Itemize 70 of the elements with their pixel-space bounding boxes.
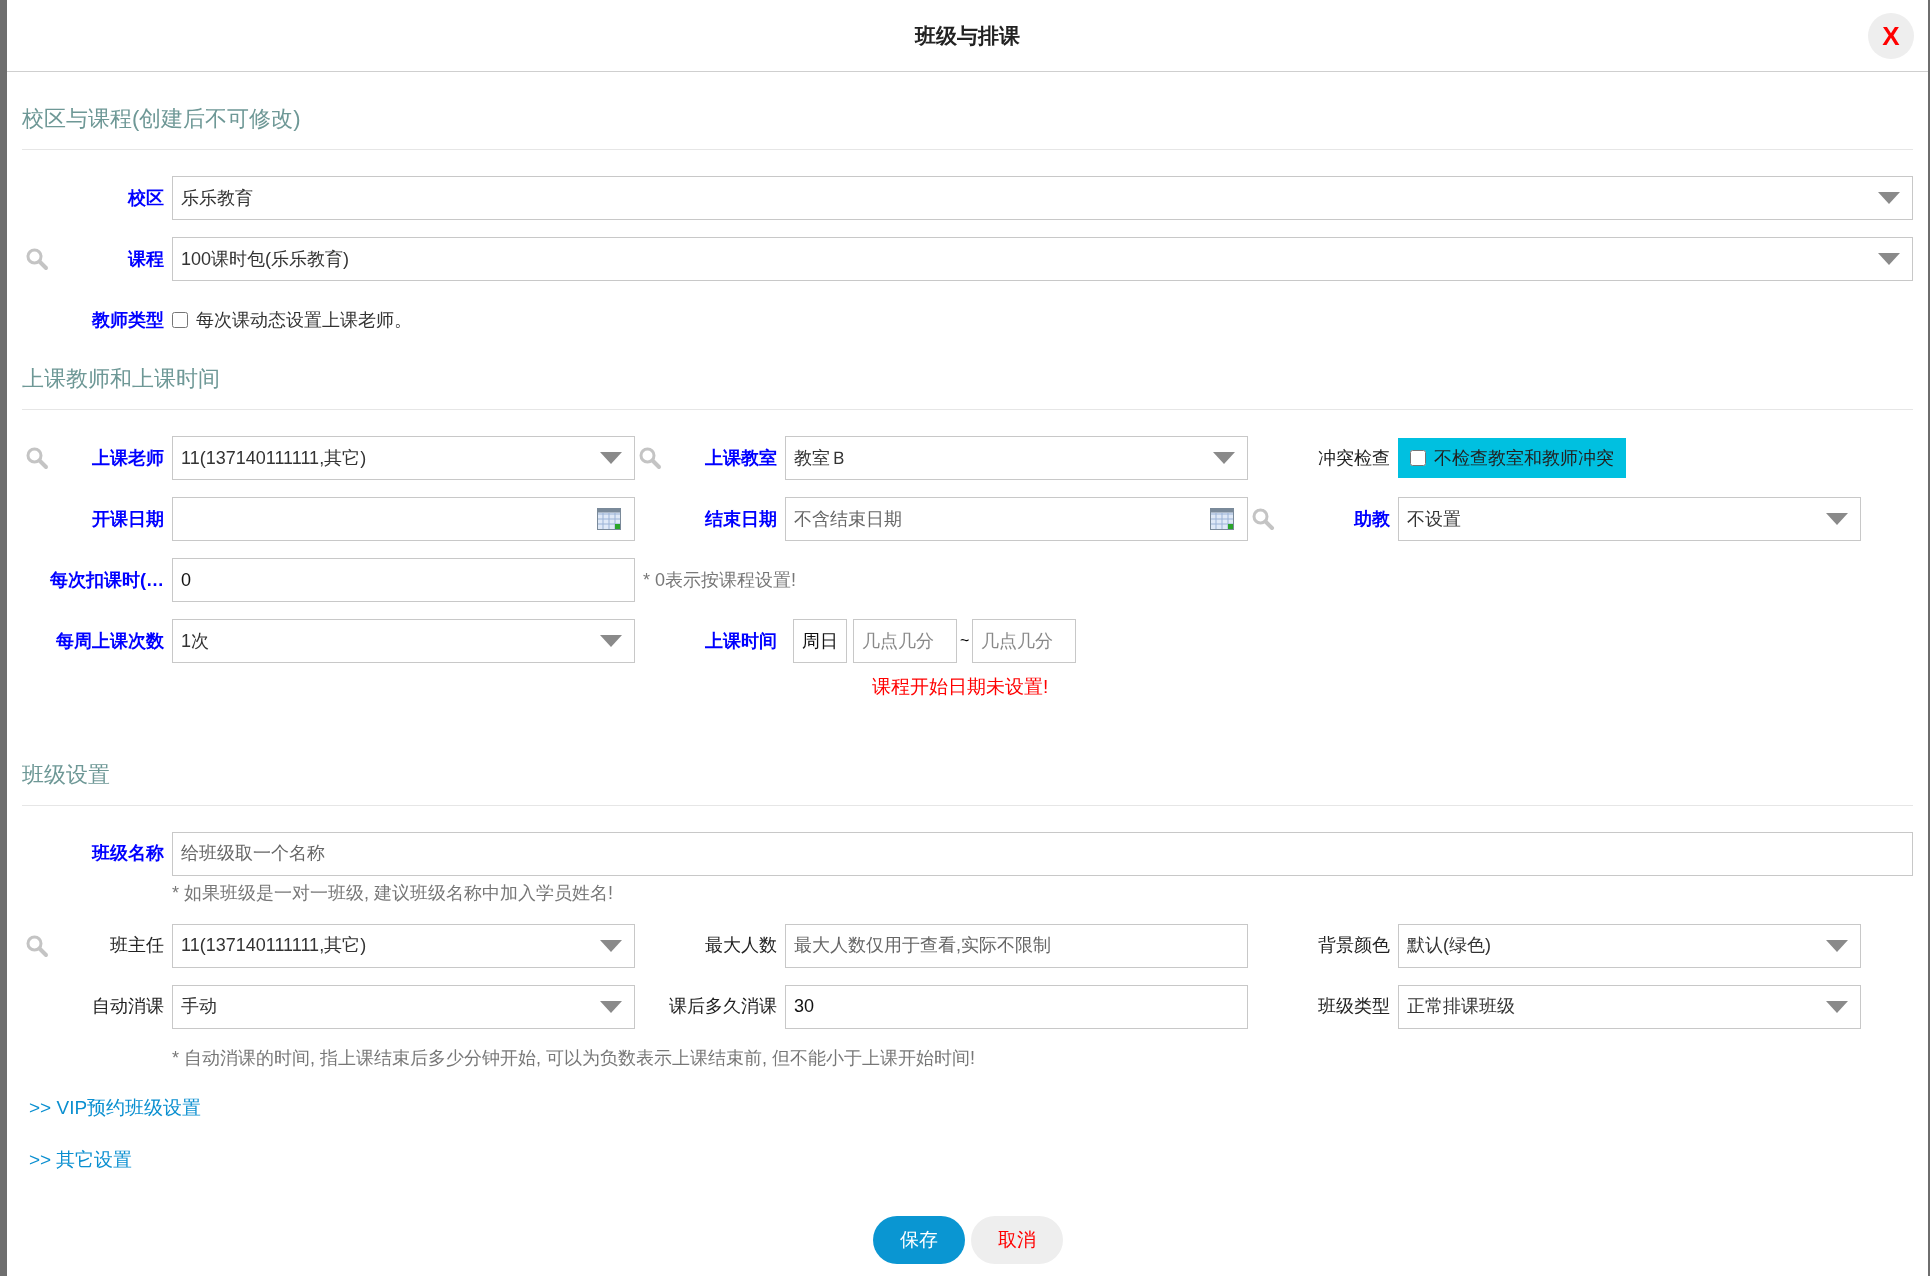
select-field[interactable]: 11(137140111111,其它) [172, 436, 635, 480]
dropdown-caret-icon [600, 635, 622, 647]
time-separator: ~ [960, 631, 970, 651]
search-icon[interactable] [25, 247, 49, 271]
text-field[interactable]: 给班级取一个名称 [172, 831, 1913, 876]
checkbox-label: 不检查教室和教师冲突 [1434, 446, 1614, 470]
select-field[interactable]: 不设置 [1398, 497, 1861, 541]
select-field[interactable]: 1次 [172, 619, 635, 663]
search-icon[interactable] [25, 933, 49, 958]
dropdown-caret-icon [600, 452, 622, 464]
calendar-icon[interactable] [1210, 508, 1234, 530]
field-label: 教师类型 [92, 308, 164, 332]
select-field[interactable]: 手动 [172, 984, 635, 1029]
field-label: 结束日期 [705, 507, 777, 531]
checkbox[interactable] [1410, 450, 1426, 466]
search-icon[interactable] [25, 446, 49, 470]
section-title: 上课教师和上课时间 [22, 366, 220, 391]
start-time-field[interactable]: 几点几分 [853, 619, 957, 663]
end-time-field[interactable]: 几点几分 [972, 619, 1077, 663]
field-label: 班主任 [110, 934, 164, 957]
dropdown-caret-icon [1826, 513, 1848, 525]
dropdown-caret-icon [1878, 253, 1900, 265]
date-field[interactable]: 不含结束日期 [785, 497, 1248, 541]
field-label: 班级名称 [92, 842, 164, 865]
dialog-title: 班级与排课 [915, 22, 1020, 49]
section-title: 班级设置 [22, 761, 110, 787]
field-label: 每次扣课时(… [50, 568, 164, 592]
hint-text: * 自动消课的时间, 指上课结束后多少分钟开始, 可以为负数表示上课结束前, 但不能小于上课开始时间! [172, 1046, 975, 1070]
dropdown-caret-icon [1826, 1000, 1848, 1013]
settings-link[interactable]: >> 其它设置 [29, 1146, 133, 1175]
field-label: 背景颜色 [1318, 934, 1390, 957]
dropdown-caret-icon [600, 939, 622, 952]
field-label: 上课老师 [92, 446, 164, 470]
select-field[interactable]: 教室Ｂ [785, 436, 1248, 480]
search-icon[interactable] [1251, 507, 1275, 531]
checkbox[interactable] [172, 312, 188, 328]
select-field[interactable]: 正常排课班级 [1398, 984, 1861, 1029]
text-field[interactable]: 30 [785, 984, 1248, 1029]
field-label: 校区 [128, 186, 164, 210]
field-label: 每周上课次数 [56, 629, 164, 653]
field-label: 课程 [128, 247, 164, 271]
field-label: 自动消课 [92, 995, 164, 1018]
select-field[interactable]: 11(137140111111,其它) [172, 923, 635, 968]
select-field[interactable]: 100课时包(乐乐教育) [172, 237, 1913, 281]
field-label: 课后多久消课 [669, 995, 777, 1018]
hint-text: * 0表示按课程设置! [643, 568, 797, 592]
date-field[interactable] [172, 497, 635, 541]
search-icon[interactable] [638, 446, 662, 470]
settings-link[interactable]: >> VIP预约班级设置 [29, 1093, 202, 1122]
dropdown-caret-icon [600, 1000, 622, 1013]
field-label: 开课日期 [92, 507, 164, 531]
field-label: 上课时间 [705, 629, 777, 653]
error-message: 课程开始日期未设置! [872, 676, 1049, 697]
select-field[interactable]: 乐乐教育 [172, 176, 1913, 220]
checkbox-label: 每次课动态设置上课老师。 [196, 308, 412, 332]
field-label: 助教 [1354, 507, 1390, 531]
dropdown-caret-icon [1878, 192, 1900, 204]
hint-text: * 如果班级是一对一班级, 建议班级名称中加入学员姓名! [172, 881, 613, 905]
section-title: 校区与课程(创建后不可修改) [22, 106, 301, 131]
field-label: 班级类型 [1318, 995, 1390, 1018]
field-label: 冲突检查 [1318, 446, 1390, 470]
calendar-icon[interactable] [597, 508, 621, 530]
dropdown-caret-icon [1213, 452, 1235, 464]
text-field[interactable]: 0 [172, 558, 635, 602]
weekday-field[interactable]: 周日 [793, 619, 847, 663]
text-field[interactable]: 最大人数仅用于查看,实际不限制 [785, 923, 1248, 968]
dropdown-caret-icon [1826, 939, 1848, 952]
field-label: 上课教室 [705, 446, 777, 470]
select-field[interactable]: 默认(绿色) [1398, 923, 1861, 968]
field-label: 最大人数 [705, 934, 777, 957]
